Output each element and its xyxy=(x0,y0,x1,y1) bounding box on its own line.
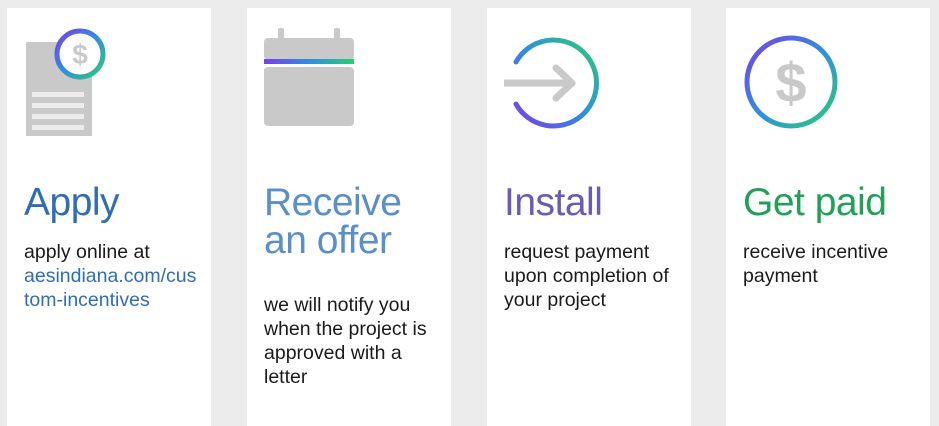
step-card-install: Install request payment upon completion … xyxy=(487,8,691,426)
dollar-circle-icon: $ xyxy=(743,24,853,136)
custom-incentives-link[interactable]: aesindiana.com/custom-incentives xyxy=(24,264,199,312)
calendar-icon xyxy=(264,24,374,136)
document-dollar-icon: $ xyxy=(24,24,134,136)
step-title: Apply xyxy=(24,181,120,224)
step-title: Install xyxy=(504,181,603,224)
step-description-text: apply online at xyxy=(24,241,150,263)
svg-text:$: $ xyxy=(72,39,88,70)
step-card-get-paid: $ Get paid receive incentive payment xyxy=(726,8,930,426)
step-description: request payment upon completion of your … xyxy=(504,241,669,311)
step-title: Receive an offer xyxy=(264,181,402,262)
steps-section: $ Apply apply online at aesindiana.com/c… xyxy=(0,0,939,426)
step-description: apply online at aesindiana.com/custom-in… xyxy=(24,240,209,312)
arrow-circle-icon xyxy=(504,24,614,136)
step-description: receive incentive payment xyxy=(743,241,889,287)
step-description: we will notify you when the project is a… xyxy=(264,294,427,388)
svg-text:$: $ xyxy=(775,51,806,114)
step-card-apply: $ Apply apply online at aesindiana.com/c… xyxy=(7,8,211,426)
step-card-receive-offer: Receive an offer we will notify you when… xyxy=(247,8,451,426)
step-title: Get paid xyxy=(743,181,887,224)
